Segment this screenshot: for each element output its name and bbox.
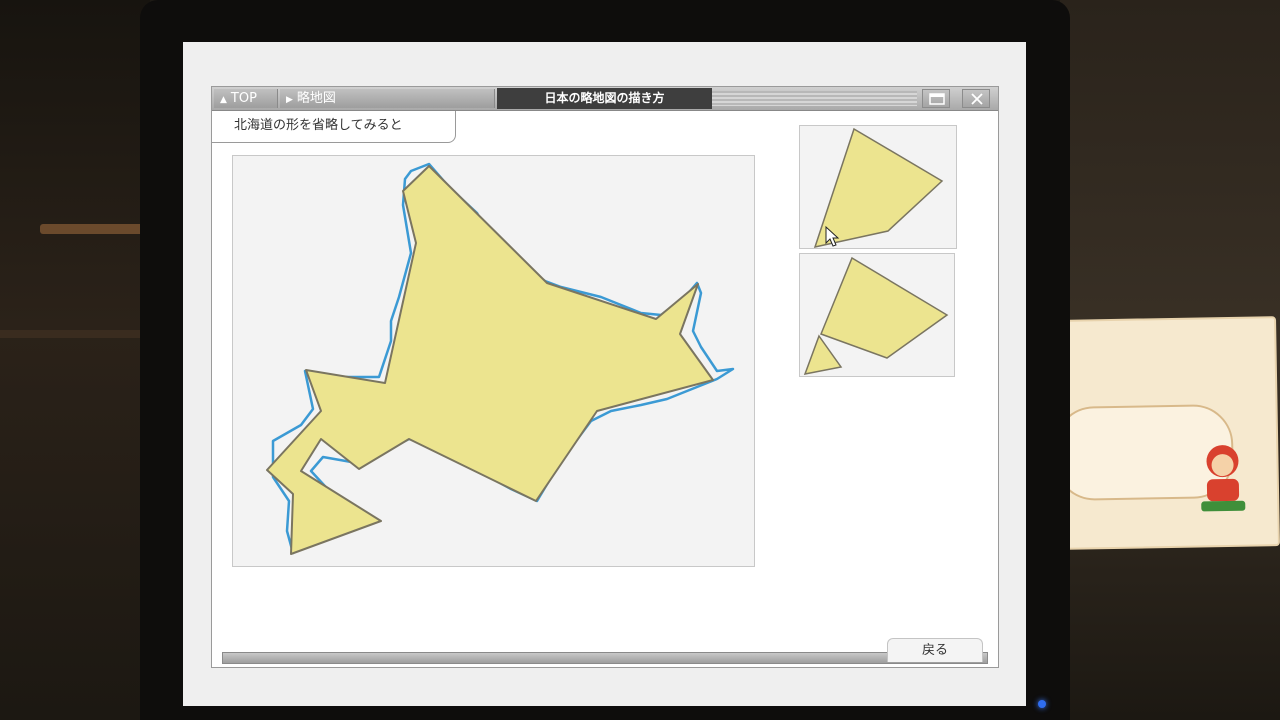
hokkaido-simplified-shape [266, 165, 714, 555]
thumbnail-step-1[interactable] [799, 125, 957, 249]
hokkaido-map [266, 162, 735, 555]
title-bar-stripes [712, 91, 917, 106]
thumbnail-step-2[interactable] [799, 253, 955, 377]
maximize-button[interactable] [922, 89, 950, 108]
window-icon [929, 93, 945, 105]
bottom-bar [222, 652, 988, 664]
triangle-up-icon: ▲ [220, 95, 227, 105]
back-button[interactable]: 戻る [887, 638, 983, 662]
background-room-left [0, 0, 150, 720]
thumbnail-1-shape [813, 127, 944, 249]
poster-character-illustration [1201, 445, 1246, 512]
power-led-icon [1038, 700, 1046, 708]
background-shelf [40, 224, 145, 234]
thumbnail-2-shape [803, 256, 949, 375]
map-panel [232, 155, 755, 567]
triangle-right-icon: ▶ [286, 95, 293, 105]
close-button[interactable] [962, 89, 990, 108]
top-button[interactable]: ▲ TOP [214, 89, 278, 108]
background-poster [1060, 316, 1280, 550]
window-title: 日本の略地図の描き方 [497, 88, 712, 109]
title-bar: ▲ TOP ▶ 略地図 日本の略地図の描き方 [212, 87, 998, 111]
section-button[interactable]: ▶ 略地図 [280, 89, 495, 108]
background-shelf-lower [0, 330, 145, 338]
close-icon [971, 93, 983, 105]
subtitle-tab: 北海道の形を省略してみると [212, 111, 456, 143]
